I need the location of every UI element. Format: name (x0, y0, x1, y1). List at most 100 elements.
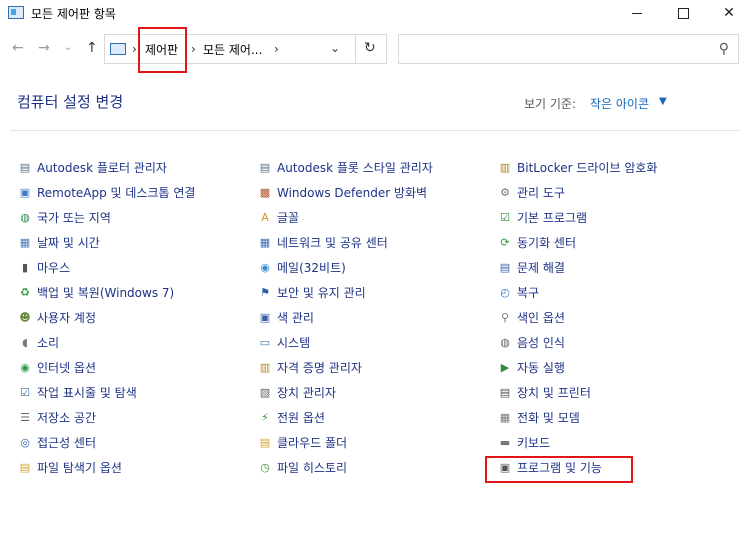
taskbar-icon: ☑ (20, 386, 30, 399)
control-panel-item[interactable]: ▥ BitLocker 드라이브 암호화 (497, 160, 658, 185)
control-panel-item[interactable]: ◖ 소리 (17, 335, 195, 360)
control-panel-item-label[interactable]: 복구 (517, 285, 539, 301)
control-panel-item-label[interactable]: BitLocker 드라이브 암호화 (517, 160, 657, 176)
control-panel-item[interactable]: ⟳ 동기화 센터 (497, 235, 657, 260)
control-panel-item[interactable]: ◍ 국가 또는 지역 (17, 210, 195, 235)
items-column-3: ▥ BitLocker 드라이브 암호화 ⚙ 관리 도구 ☑ 기본 프로그램 ⟳ 동기화 센터… (497, 160, 658, 485)
control-panel-item[interactable]: ⚙ 관리 도구 (497, 185, 657, 210)
control-panel-item[interactable]: ▥ 자격 증명 관리자 (257, 360, 433, 385)
control-panel-item-label[interactable]: 파일 히스토리 (277, 460, 347, 476)
control-panel-item-label[interactable]: 네트워크 및 공유 센터 (277, 235, 388, 251)
control-panel-item-label[interactable]: 키보드 (517, 435, 550, 451)
refresh-icon[interactable]: ↻ (364, 40, 376, 56)
control-panel-item-label[interactable]: Autodesk 플롯 스타일 관리자 (277, 160, 433, 176)
view-by-caret-icon[interactable]: ▼ (659, 96, 667, 107)
file-history-icon: ◷ (260, 461, 270, 474)
control-panel-item[interactable]: ▭ 시스템 (257, 335, 433, 360)
breadcrumb-separator[interactable]: › (191, 42, 196, 56)
control-panel-item[interactable]: ▤ 문제 해결 (497, 260, 657, 285)
up-arrow-icon[interactable]: ↑ (86, 40, 98, 56)
control-panel-item-label[interactable]: 접근성 센터 (37, 435, 96, 451)
control-panel-item-label[interactable]: 메일(32비트) (277, 260, 346, 276)
control-panel-item[interactable]: ▤ 파일 탐색기 옵션 (17, 460, 195, 485)
minimize-button[interactable] (614, 0, 660, 26)
control-panel-item-label[interactable]: Windows Defender 방화벽 (277, 185, 427, 201)
minimize-icon (632, 12, 642, 14)
control-panel-item[interactable]: ▤ Autodesk 플로터 관리자 (17, 160, 195, 185)
control-panel-item[interactable]: ◴ 복구 (497, 285, 657, 310)
control-panel-item-label[interactable]: 소리 (37, 335, 59, 351)
control-panel-item[interactable]: ▦ 날짜 및 시간 (17, 235, 195, 260)
control-panel-item[interactable]: ◎ 접근성 센터 (17, 435, 195, 460)
control-panel-item-label[interactable]: 전화 및 모뎀 (517, 410, 580, 426)
control-panel-item[interactable]: ☑ 작업 표시줄 및 탐색 (17, 385, 195, 410)
control-panel-item-label[interactable]: 마우스 (37, 260, 70, 276)
backup-icon: ♻ (20, 286, 30, 299)
control-panel-item[interactable]: ▤ 장치 및 프린터 (497, 385, 657, 410)
control-panel-item-label[interactable]: 파일 탐색기 옵션 (37, 460, 122, 476)
control-panel-item[interactable]: ⚑ 보안 및 유지 관리 (257, 285, 433, 310)
control-panel-item[interactable]: ◍ 음성 인식 (497, 335, 657, 360)
control-panel-item-label[interactable]: 백업 및 복원(Windows 7) (37, 285, 174, 301)
maximize-button[interactable] (660, 0, 706, 26)
control-panel-item-label[interactable]: 작업 표시줄 및 탐색 (37, 385, 137, 401)
search-icon[interactable]: ⚲ (719, 41, 729, 57)
breadcrumb-all-items[interactable]: 모든 제어... (203, 41, 262, 58)
breadcrumb-separator[interactable]: › (132, 42, 137, 56)
system-monitor-icon: ▭ (259, 336, 271, 349)
control-panel-item[interactable]: ♻ 백업 및 복원(Windows 7) (17, 285, 195, 310)
view-by-dropdown[interactable]: 작은 아이콘 (590, 95, 649, 112)
control-panel-item-label[interactable]: 국가 또는 지역 (37, 210, 111, 226)
address-dropdown-icon[interactable]: ⌄ (330, 41, 340, 55)
control-panel-item-label[interactable]: 저장소 공간 (37, 410, 96, 426)
storage-icon: ☰ (20, 411, 30, 424)
control-panel-item[interactable]: ▦ 전화 및 모뎀 (497, 410, 657, 435)
control-panel-item-label[interactable]: Autodesk 플로터 관리자 (37, 160, 167, 176)
control-panel-item[interactable]: ▮ 마우스 (17, 260, 195, 285)
control-panel-item[interactable]: ☰ 저장소 공간 (17, 410, 195, 435)
control-panel-item-label[interactable]: 날짜 및 시간 (37, 235, 100, 251)
network-icon: ▦ (259, 236, 271, 249)
control-panel-item[interactable]: ◷ 파일 히스토리 (257, 460, 433, 485)
control-panel-item-label[interactable]: 색인 옵션 (517, 310, 565, 326)
control-panel-item[interactable]: ☑ 기본 프로그램 (497, 210, 657, 235)
control-panel-item[interactable]: ▶ 자동 실행 (497, 360, 657, 385)
control-panel-item-label[interactable]: RemoteApp 및 데스크톱 연결 (37, 185, 195, 201)
control-panel-item[interactable]: ▦ 네트워크 및 공유 센터 (257, 235, 433, 260)
control-panel-item-label[interactable]: 음성 인식 (517, 335, 565, 351)
control-panel-item[interactable]: ◉ 메일(32비트) (257, 260, 433, 285)
control-panel-item-label[interactable]: 관리 도구 (517, 185, 565, 201)
control-panel-item-label[interactable]: 장치 관리자 (277, 385, 336, 401)
control-panel-item[interactable]: ⚡ 전원 옵션 (257, 410, 433, 435)
control-panel-item[interactable]: ▤ 클라우드 폴더 (257, 435, 433, 460)
control-panel-item-label[interactable]: 장치 및 프린터 (517, 385, 591, 401)
back-arrow-icon[interactable]: ← (12, 40, 24, 56)
close-button[interactable]: ✕ (706, 0, 751, 26)
control-panel-item-label[interactable]: 문제 해결 (517, 260, 565, 276)
forward-arrow-icon[interactable]: → (38, 40, 50, 56)
control-panel-item[interactable]: ▤ Autodesk 플롯 스타일 관리자 (257, 160, 433, 185)
breadcrumb-separator[interactable]: › (274, 42, 279, 56)
search-input[interactable]: ⚲ (398, 34, 739, 64)
control-panel-item-label[interactable]: 기본 프로그램 (517, 210, 587, 226)
recent-locations-icon[interactable]: ⌄ (64, 42, 72, 53)
control-panel-item-label[interactable]: 클라우드 폴더 (277, 435, 347, 451)
control-panel-item[interactable]: ▧ 장치 관리자 (257, 385, 433, 410)
control-panel-item-label[interactable]: 전원 옵션 (277, 410, 325, 426)
control-panel-item-label[interactable]: 동기화 센터 (517, 235, 576, 251)
control-panel-item-label[interactable]: 색 관리 (277, 310, 314, 326)
control-panel-item[interactable]: ◉ 인터넷 옵션 (17, 360, 195, 385)
control-panel-item-label[interactable]: 인터넷 옵션 (37, 360, 96, 376)
control-panel-item[interactable]: ▣ RemoteApp 및 데스크톱 연결 (17, 185, 196, 210)
control-panel-item-label[interactable]: 보안 및 유지 관리 (277, 285, 366, 301)
control-panel-item[interactable]: ☻ 사용자 계정 (17, 310, 195, 335)
control-panel-item[interactable]: ▣ 색 관리 (257, 310, 433, 335)
control-panel-item-label[interactable]: 자격 증명 관리자 (277, 360, 362, 376)
control-panel-item[interactable]: A 글꼴 (257, 210, 433, 235)
control-panel-item[interactable]: ▩ Windows Defender 방화벽 (257, 185, 433, 210)
control-panel-item-label[interactable]: 글꼴 (277, 210, 299, 226)
control-panel-item-label[interactable]: 자동 실행 (517, 360, 565, 376)
control-panel-item-label[interactable]: 사용자 계정 (37, 310, 96, 326)
control-panel-item[interactable]: ⚲ 색인 옵션 (497, 310, 657, 335)
control-panel-item-label[interactable]: 시스템 (277, 335, 310, 351)
